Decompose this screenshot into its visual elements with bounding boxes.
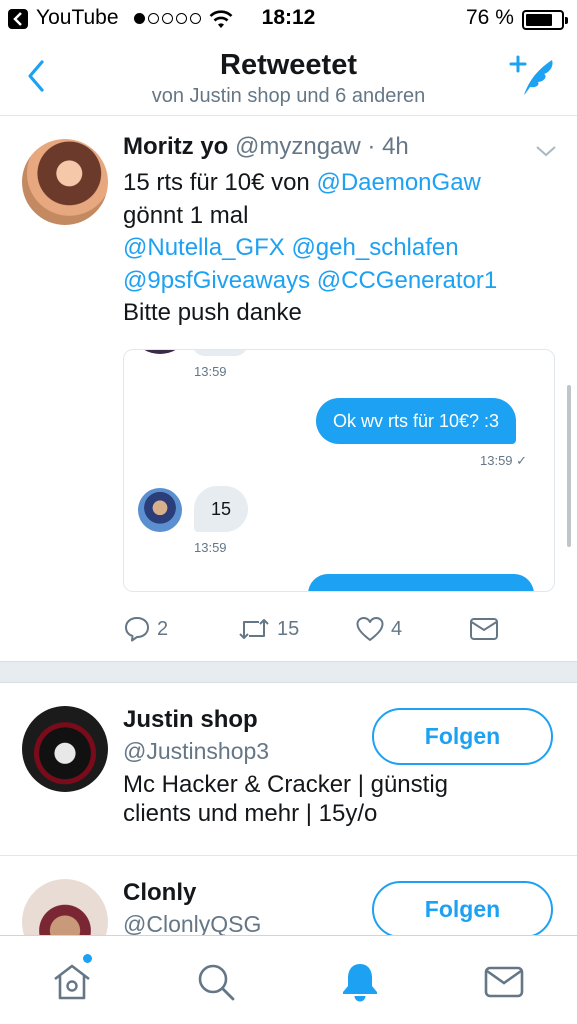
retweet-icon	[239, 619, 269, 639]
tweet-media-image[interactable]: 13:59 Ok wv rts für 10€? :3 13:59 ✓ 15 1…	[123, 349, 555, 592]
tab-bar	[0, 935, 577, 1024]
reply-icon	[125, 617, 149, 642]
user-name: Clonly	[123, 879, 197, 906]
tweet[interactable]: Moritz yo @myzngaw · 4h 15 rts für 10€ v…	[0, 117, 577, 661]
mention-link[interactable]: @9psfGiveaways	[123, 267, 310, 294]
reply-button[interactable]: 2	[123, 611, 168, 647]
avatar[interactable]	[22, 139, 108, 225]
like-count: 4	[391, 617, 403, 640]
tweet-time: 4h	[382, 133, 409, 160]
tweet-text-segment: gönnt 1 mal	[123, 201, 249, 229]
user-bio: Mc Hacker & Cracker | günstig clients un…	[123, 771, 448, 827]
page-subtitle: von Justin shop und 6 anderen	[151, 85, 426, 107]
messages-mail-icon[interactable]	[482, 960, 526, 1004]
search-icon[interactable]	[194, 960, 238, 1004]
mention-link[interactable]: @DaemonGaw	[316, 169, 480, 196]
author-name[interactable]: Moritz yo	[123, 133, 228, 160]
page-title: Retweetet	[220, 49, 357, 81]
avatar[interactable]	[22, 706, 108, 792]
heart-icon	[356, 617, 384, 641]
scrollbar[interactable]	[567, 385, 571, 547]
chat-avatar	[138, 488, 182, 532]
user-list-item[interactable]: Justin shop @Justinshop3 Mc Hacker & Cra…	[0, 684, 577, 856]
follow-button[interactable]: Folgen	[372, 881, 553, 938]
author-handle[interactable]: @myzngaw	[235, 133, 361, 160]
home-icon[interactable]	[50, 960, 94, 1004]
mention-link[interactable]: @CCGenerator1	[317, 267, 497, 294]
battery-icon	[522, 10, 568, 30]
chat-timestamp: 13:59 ✓	[480, 453, 528, 468]
tweet-header: Moritz yo @myzngaw · 4h	[123, 133, 409, 161]
user-handle: @ClonlyQSG	[123, 911, 262, 937]
chat-bubble-outgoing: Ok wv rts für 10€? :3	[316, 398, 517, 444]
mention-link[interactable]: @Nutella_GFX	[123, 234, 285, 261]
chat-avatar	[138, 350, 182, 354]
tweet-text-segment: 15 rts für 10€ von	[123, 169, 317, 196]
chat-bubble-incoming: 15	[194, 486, 248, 532]
section-divider	[0, 661, 577, 683]
chat-bubble-incoming	[192, 350, 248, 356]
battery-percent: 76 %	[466, 6, 514, 29]
separator: ·	[367, 133, 376, 160]
retweet-button[interactable]: 15	[237, 611, 299, 647]
follow-button[interactable]: Folgen	[372, 708, 553, 765]
compose-tweet-icon[interactable]	[508, 54, 558, 98]
chat-timestamp: 13:59	[194, 540, 227, 555]
notifications-bell-icon[interactable]	[338, 960, 382, 1004]
navigation-header: Retweetet von Justin shop und 6 anderen	[0, 38, 577, 116]
reply-count: 2	[157, 617, 169, 640]
direct-message-button[interactable]	[469, 611, 499, 647]
chat-bubble-outgoing	[308, 574, 534, 591]
chevron-down-icon[interactable]	[534, 143, 558, 159]
like-button[interactable]: 4	[355, 611, 402, 647]
tweet-text: 15 rts für 10€ von @DaemonGaw gönnt 1 ma…	[123, 167, 497, 330]
retweet-count: 15	[277, 617, 300, 640]
user-handle: @Justinshop3	[123, 738, 270, 764]
chat-timestamp: 13:59	[194, 364, 227, 379]
status-bar: YouTube 18:12 76 %	[0, 0, 577, 38]
mail-icon	[470, 618, 498, 640]
user-name: Justin shop	[123, 706, 258, 733]
mention-link[interactable]: @geh_schlafen	[291, 234, 458, 261]
new-content-dot	[83, 954, 92, 963]
tweet-actions: 2 15 4	[123, 611, 523, 647]
tweet-text-segment: Bitte push danke	[123, 299, 302, 326]
